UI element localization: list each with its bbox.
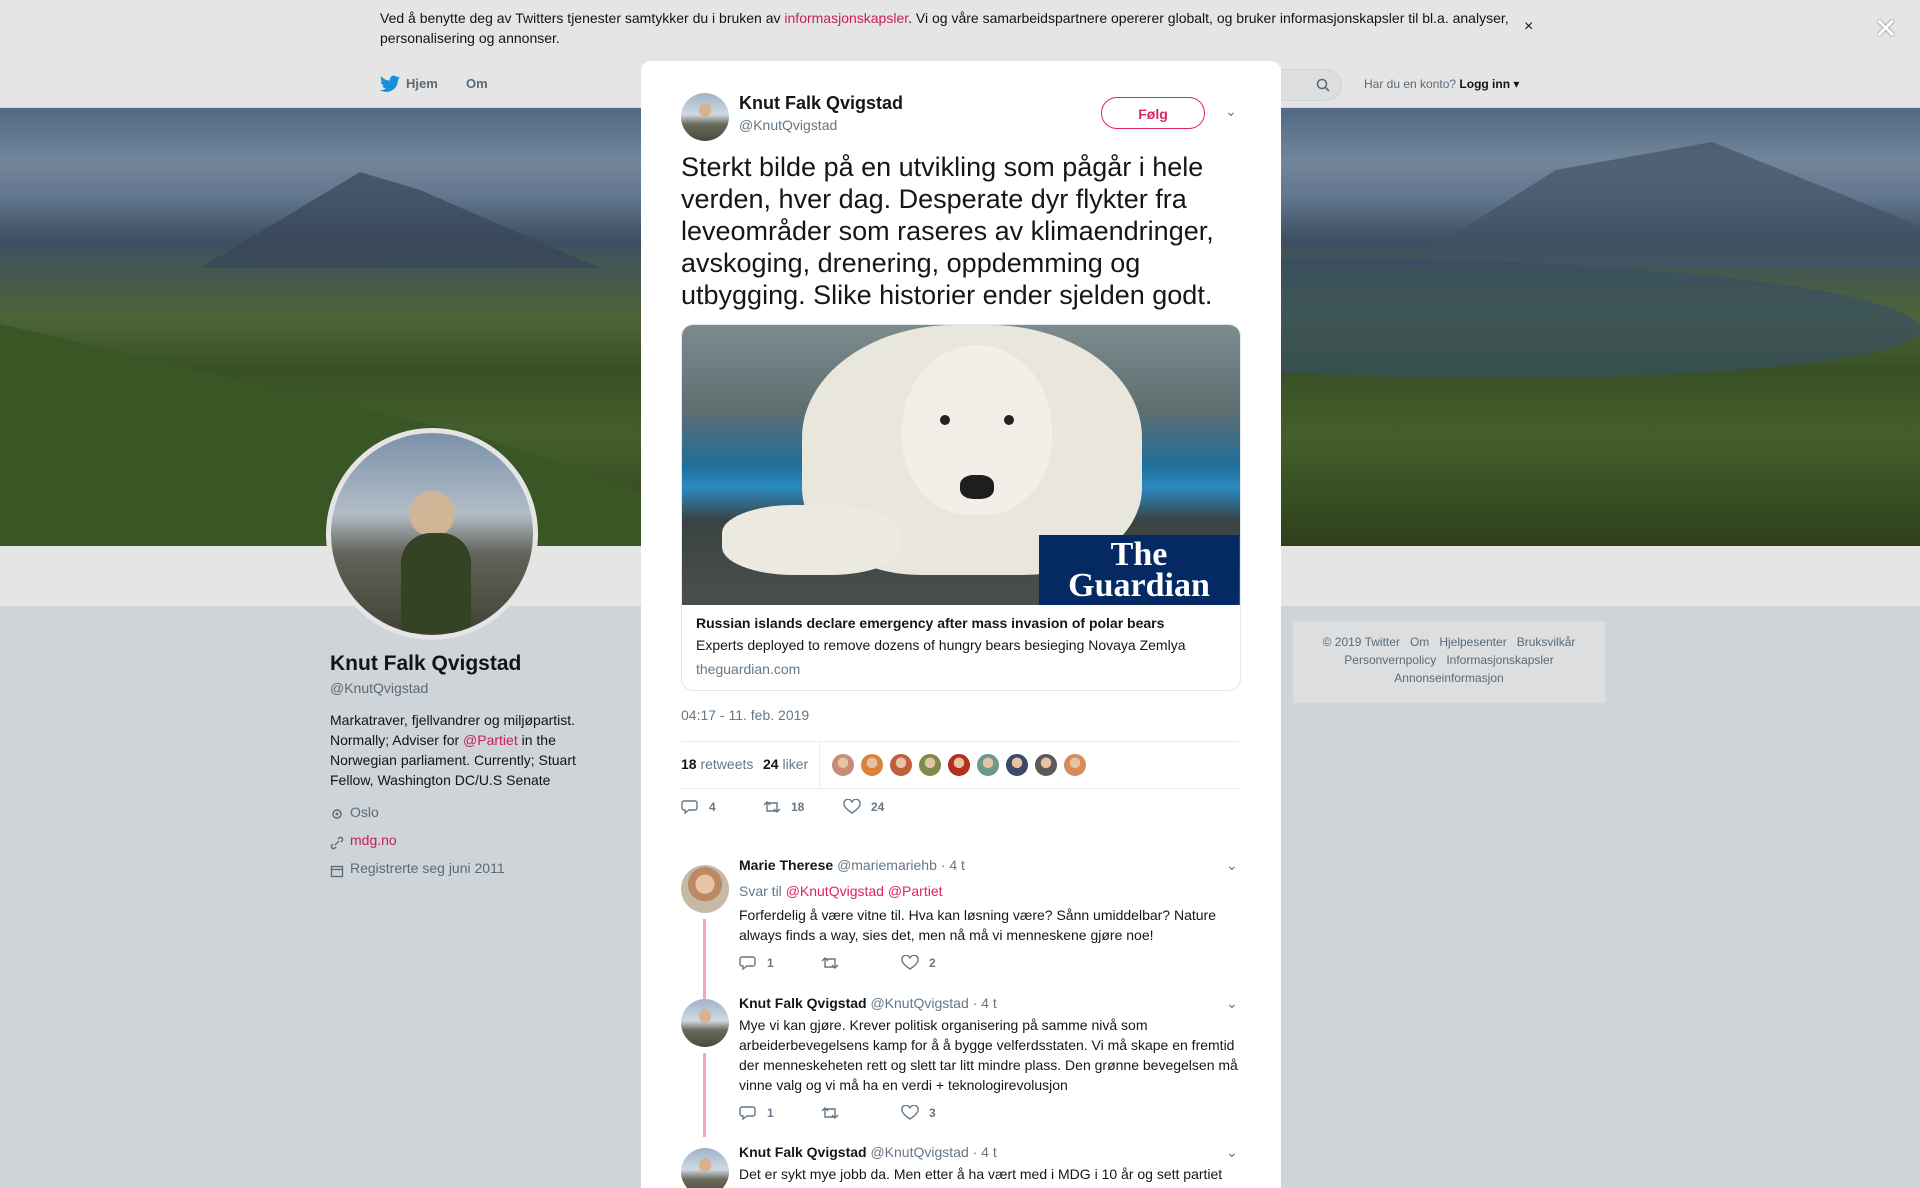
liker-avatar[interactable] bbox=[1063, 753, 1087, 777]
reply-action[interactable]: 1 bbox=[739, 955, 774, 971]
liker-avatar[interactable] bbox=[889, 753, 913, 777]
reply-author-name[interactable]: Knut Falk Qvigstad bbox=[739, 1144, 867, 1160]
card-description: Experts deployed to remove dozens of hun… bbox=[696, 637, 1186, 653]
retweet-action[interactable] bbox=[821, 1105, 839, 1121]
reply-header: Knut Falk Qvigstad @KnutQvigstad · 4 t bbox=[739, 1144, 997, 1160]
like-label: liker bbox=[782, 756, 809, 772]
like-action-count: 24 bbox=[871, 800, 885, 814]
retweet-icon bbox=[821, 1107, 839, 1119]
heart-icon bbox=[901, 1105, 919, 1120]
reply-icon bbox=[739, 1106, 756, 1121]
tweet-text: Sterkt bilde på en utvikling som pågår i… bbox=[681, 152, 1214, 310]
retweet-stat[interactable]: 18 retweets bbox=[681, 756, 753, 772]
chevron-down-icon[interactable]: ⌄ bbox=[1226, 995, 1238, 1012]
reply-author-name[interactable]: Marie Therese bbox=[739, 857, 833, 873]
reply-icon bbox=[739, 956, 756, 971]
reply-to-mention[interactable]: @Partiet bbox=[888, 883, 943, 899]
reply-avatar[interactable] bbox=[681, 865, 729, 913]
reply-author-handle[interactable]: @mariemariehb bbox=[837, 857, 937, 873]
heart-icon bbox=[901, 955, 919, 970]
retweet-label: retweets bbox=[700, 756, 754, 772]
like-count: 2 bbox=[929, 956, 936, 970]
guardian-logo: The Guardian bbox=[1039, 535, 1239, 605]
retweet-action[interactable] bbox=[821, 955, 839, 971]
liker-avatar[interactable] bbox=[918, 753, 942, 777]
reply-tweet[interactable]: Marie Therese @mariemariehb · 4 t ⌄ Svar… bbox=[681, 857, 1241, 999]
reply-tweet[interactable]: Knut Falk Qvigstad @KnutQvigstad · 4 t ⌄… bbox=[681, 995, 1241, 1137]
card-title[interactable]: Russian islands declare emergency after … bbox=[696, 615, 1164, 631]
author-handle[interactable]: @KnutQvigstad bbox=[739, 117, 837, 133]
reply-count: 1 bbox=[767, 956, 774, 970]
like-action[interactable]: 3 bbox=[901, 1105, 936, 1121]
reply-to-label: Svar til bbox=[739, 883, 782, 899]
reply-author-name[interactable]: Knut Falk Qvigstad bbox=[739, 995, 867, 1011]
retweet-action[interactable]: 18 bbox=[763, 799, 804, 815]
reply-text: Forferdelig å være vitne til. Hva kan lø… bbox=[739, 907, 1217, 943]
link-card[interactable]: The Guardian Russian islands declare eme… bbox=[681, 324, 1241, 691]
like-action[interactable]: 24 bbox=[843, 799, 884, 815]
reply-time[interactable]: · 4 t bbox=[973, 1144, 997, 1160]
card-url[interactable]: theguardian.com bbox=[696, 661, 800, 677]
reply-to-line: Svar til @KnutQvigstad @Partiet bbox=[739, 881, 1239, 901]
tweet-stats: 18 retweets 24 liker bbox=[681, 741, 1239, 789]
chevron-down-icon[interactable]: ⌄ bbox=[1226, 857, 1238, 874]
close-icon[interactable]: ✕ bbox=[1874, 12, 1897, 45]
retweet-count: 18 bbox=[681, 756, 697, 772]
reply-time[interactable]: · 4 t bbox=[973, 995, 997, 1011]
reply-avatar[interactable] bbox=[681, 999, 729, 1047]
reply-author-handle[interactable]: @KnutQvigstad bbox=[870, 1144, 968, 1160]
liker-avatar[interactable] bbox=[1034, 753, 1058, 777]
reply-to-mention[interactable]: @KnutQvigstad bbox=[786, 883, 884, 899]
reply-time[interactable]: · 4 t bbox=[941, 857, 965, 873]
reply-tweet[interactable]: Knut Falk Qvigstad @KnutQvigstad · 4 t ⌄… bbox=[681, 1144, 1241, 1188]
liker-avatar[interactable] bbox=[1005, 753, 1029, 777]
like-count: 24 bbox=[763, 756, 779, 772]
card-image[interactable]: The Guardian bbox=[682, 325, 1240, 605]
liker-avatar[interactable] bbox=[860, 753, 884, 777]
reply-action[interactable]: 4 bbox=[681, 799, 716, 815]
reply-text: Det er sykt mye jobb da. Men etter å ha … bbox=[739, 1166, 1223, 1182]
like-stat[interactable]: 24 liker bbox=[763, 756, 808, 772]
follow-button[interactable]: Følg bbox=[1101, 97, 1205, 129]
reply-action[interactable]: 1 bbox=[739, 1105, 774, 1121]
reply-author-handle[interactable]: @KnutQvigstad bbox=[870, 995, 968, 1011]
retweet-icon bbox=[763, 801, 781, 813]
reply-text: Mye vi kan gjøre. Krever politisk organi… bbox=[739, 1017, 1238, 1093]
retweet-action-count: 18 bbox=[791, 800, 805, 814]
tweet-timestamp[interactable]: 04:17 - 11. feb. 2019 bbox=[681, 707, 809, 723]
reply-count: 1 bbox=[767, 1106, 774, 1120]
liker-avatar[interactable] bbox=[831, 753, 855, 777]
liker-avatar[interactable] bbox=[947, 753, 971, 777]
author-name[interactable]: Knut Falk Qvigstad bbox=[739, 93, 903, 114]
author-avatar[interactable] bbox=[681, 93, 729, 141]
logo-line-2: Guardian bbox=[1068, 567, 1210, 604]
reply-icon bbox=[681, 800, 698, 815]
liker-avatar[interactable] bbox=[976, 753, 1000, 777]
chevron-down-icon[interactable]: ⌄ bbox=[1226, 1144, 1238, 1161]
like-count: 3 bbox=[929, 1106, 936, 1120]
retweet-icon bbox=[821, 957, 839, 969]
reply-header: Knut Falk Qvigstad @KnutQvigstad · 4 t bbox=[739, 995, 997, 1011]
reply-count: 4 bbox=[709, 800, 716, 814]
tweet-modal: Knut Falk Qvigstad @KnutQvigstad Følg ⌄ … bbox=[641, 61, 1281, 1188]
reply-avatar[interactable] bbox=[681, 1148, 729, 1188]
heart-icon bbox=[843, 799, 861, 814]
chevron-down-icon[interactable]: ⌄ bbox=[1225, 103, 1237, 120]
reply-header: Marie Therese @mariemariehb · 4 t bbox=[739, 857, 965, 873]
like-action[interactable]: 2 bbox=[901, 955, 936, 971]
